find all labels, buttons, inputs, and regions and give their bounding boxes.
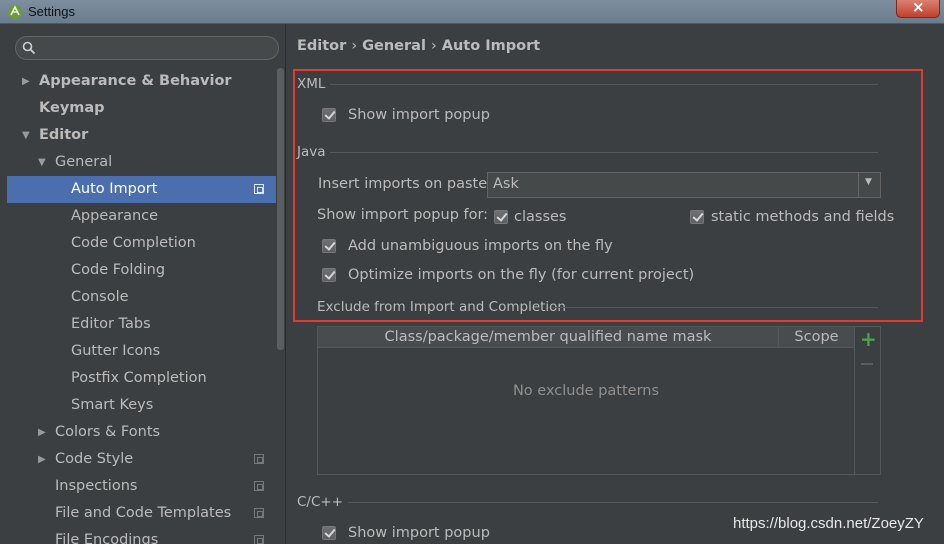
tree-item-label: Auto Import — [71, 181, 158, 197]
chevron-down-icon: ▼ — [865, 177, 872, 187]
section-divider — [552, 307, 878, 308]
breadcrumb-editor: Editor — [297, 38, 347, 54]
breadcrumb-auto-import: Auto Import — [441, 38, 541, 54]
checkbox-label: Show import popup — [348, 525, 490, 541]
tree-item-smart-keys[interactable]: Smart Keys — [0, 392, 276, 419]
remove-icon[interactable] — [861, 363, 873, 365]
tree-item-label: Appearance & Behavior — [39, 73, 232, 89]
tree-item-label: Postfix Completion — [71, 370, 207, 386]
project-scope-icon — [254, 184, 264, 194]
collapse-arrow-icon[interactable]: ▼ — [38, 149, 46, 176]
search-input[interactable] — [40, 39, 270, 57]
tree-item-editor[interactable]: ▼ Editor — [0, 122, 276, 149]
tree-item-label: Editor — [39, 127, 89, 143]
tree-item-label: Code Folding — [71, 262, 166, 278]
exclude-table: Class/package/member qualified name mask… — [317, 326, 855, 475]
tree-item-label: Editor Tabs — [71, 316, 151, 332]
tree-item-label: Code Completion — [71, 235, 196, 251]
breadcrumb-general: General — [362, 38, 426, 54]
watermark: https://blog.csdn.net/ZoeyZY — [733, 515, 924, 532]
tree-item-label: Appearance — [71, 208, 159, 224]
dropdown-button[interactable]: ▼ — [858, 173, 880, 197]
project-scope-icon — [254, 481, 264, 491]
close-icon: × — [912, 0, 925, 16]
sidebar-scrollbar[interactable] — [277, 68, 284, 350]
tree-item-code-style[interactable]: ▶ Code Style — [0, 446, 276, 473]
xml-section-title: XML — [297, 76, 326, 92]
tree-item-editor-tabs[interactable]: Editor Tabs — [0, 311, 276, 338]
tree-item-auto-import[interactable]: Auto Import — [7, 176, 276, 203]
tree-item-postfix-completion[interactable]: Postfix Completion — [0, 365, 276, 392]
title-bar: Settings × — [0, 0, 944, 24]
tree-item-label: Console — [71, 289, 129, 305]
exclude-section-title: Exclude from Import and Completion — [317, 299, 566, 315]
insert-imports-label: Insert imports on paste: — [318, 176, 493, 192]
android-studio-icon — [8, 5, 22, 19]
tree-item-label: Gutter Icons — [71, 343, 161, 359]
breadcrumb-separator: › — [430, 38, 437, 54]
expand-arrow-icon[interactable]: ▶ — [22, 68, 30, 95]
section-divider — [348, 502, 878, 503]
checkbox-label: classes — [514, 209, 567, 225]
checkbox-label: Show import popup — [348, 107, 490, 123]
table-header: Class/package/member qualified name mask… — [318, 327, 854, 348]
tree-item-general[interactable]: ▼ General — [0, 149, 276, 176]
tree-item-label: File Encodings — [55, 532, 159, 544]
checkbox-label: static methods and fields — [711, 209, 895, 225]
show-popup-for-label: Show import popup for: — [317, 207, 489, 223]
tree-item-code-completion[interactable]: Code Completion — [0, 230, 276, 257]
tree-item-label: Smart Keys — [71, 397, 154, 413]
section-divider — [330, 152, 878, 153]
checkbox-checked-icon[interactable] — [322, 526, 336, 540]
breadcrumb-separator: › — [351, 38, 358, 54]
collapse-arrow-icon[interactable]: ▼ — [22, 122, 30, 149]
tree-item-file-code-templates[interactable]: File and Code Templates — [0, 500, 276, 527]
tree-item-colors-fonts[interactable]: ▶ Colors & Fonts — [0, 419, 276, 446]
close-button[interactable]: × — [896, 0, 940, 18]
breadcrumb: Editor › General › Auto Import — [297, 38, 540, 54]
tree-item-label: Inspections — [55, 478, 138, 494]
checkbox-checked-icon[interactable] — [322, 239, 336, 253]
checkbox-label: Add unambiguous imports on the fly — [348, 238, 613, 254]
insert-imports-select[interactable]: Ask ▼ — [487, 172, 881, 198]
window-title: Settings — [28, 4, 75, 19]
search-icon — [22, 41, 36, 55]
expand-arrow-icon[interactable]: ▶ — [38, 446, 46, 473]
project-scope-icon — [254, 454, 264, 464]
column-header-scope[interactable]: Scope — [779, 327, 854, 348]
checkbox-label: Optimize imports on the fly (for current… — [348, 267, 695, 283]
settings-sidebar: ▶ Appearance & Behavior Keymap ▼ Editor … — [0, 24, 286, 544]
tree-item-label: Code Style — [55, 451, 134, 467]
tree-item-file-encodings[interactable]: File Encodings — [0, 527, 276, 544]
tree-item-label: File and Code Templates — [55, 505, 232, 521]
table-toolbar: + — [855, 326, 881, 475]
tree-item-appearance-behavior[interactable]: ▶ Appearance & Behavior — [0, 68, 276, 95]
tree-item-appearance[interactable]: Appearance — [0, 203, 276, 230]
tree-item-label: Colors & Fonts — [55, 424, 161, 440]
project-scope-icon — [254, 535, 264, 544]
search-box[interactable] — [15, 36, 279, 60]
project-scope-icon — [254, 508, 264, 518]
add-icon[interactable]: + — [860, 327, 877, 351]
empty-table-message: No exclude patterns — [512, 383, 660, 399]
tree-item-inspections[interactable]: Inspections — [0, 473, 276, 500]
checkbox-checked-icon[interactable] — [494, 210, 508, 224]
java-section-title: Java — [297, 144, 326, 160]
expand-arrow-icon[interactable]: ▶ — [38, 419, 46, 446]
column-header-mask[interactable]: Class/package/member qualified name mask — [318, 327, 779, 348]
checkbox-checked-icon[interactable] — [322, 268, 336, 282]
tree-item-keymap[interactable]: Keymap — [0, 95, 276, 122]
section-divider — [330, 84, 878, 85]
checkbox-checked-icon[interactable] — [322, 108, 336, 122]
settings-tree: ▶ Appearance & Behavior Keymap ▼ Editor … — [0, 68, 276, 544]
tree-item-code-folding[interactable]: Code Folding — [0, 257, 276, 284]
select-value: Ask — [493, 176, 519, 192]
checkbox-checked-icon[interactable] — [690, 210, 704, 224]
tree-item-label: Keymap — [39, 100, 105, 116]
cpp-section-title: C/C++ — [297, 494, 344, 510]
tree-item-label: General — [55, 154, 113, 170]
tree-item-gutter-icons[interactable]: Gutter Icons — [0, 338, 276, 365]
tree-item-console[interactable]: Console — [0, 284, 276, 311]
